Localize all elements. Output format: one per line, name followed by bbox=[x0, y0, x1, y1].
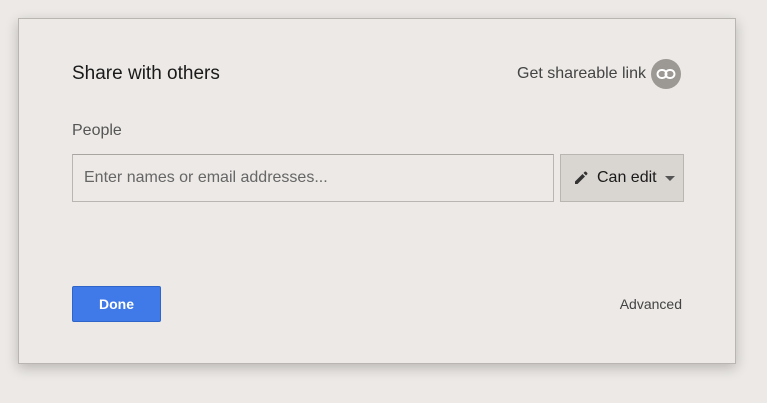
pencil-icon bbox=[573, 170, 589, 186]
people-label: People bbox=[72, 122, 122, 139]
people-input-placeholder: Enter names or email addresses... bbox=[84, 169, 328, 186]
permission-label: Can edit bbox=[597, 169, 657, 186]
advanced-link[interactable]: Advanced bbox=[620, 296, 682, 312]
done-button[interactable]: Done bbox=[72, 286, 161, 322]
chevron-down-icon bbox=[664, 175, 675, 181]
link-icon[interactable] bbox=[651, 59, 681, 89]
share-dialog: Share with others Get shareable link Peo… bbox=[18, 18, 736, 364]
dialog-title: Share with others bbox=[72, 63, 220, 84]
people-input[interactable]: Enter names or email addresses... bbox=[72, 154, 554, 202]
permission-dropdown[interactable]: Can edit bbox=[560, 154, 684, 202]
get-shareable-link-button[interactable]: Get shareable link bbox=[517, 59, 681, 89]
get-shareable-link-label: Get shareable link bbox=[517, 65, 646, 82]
